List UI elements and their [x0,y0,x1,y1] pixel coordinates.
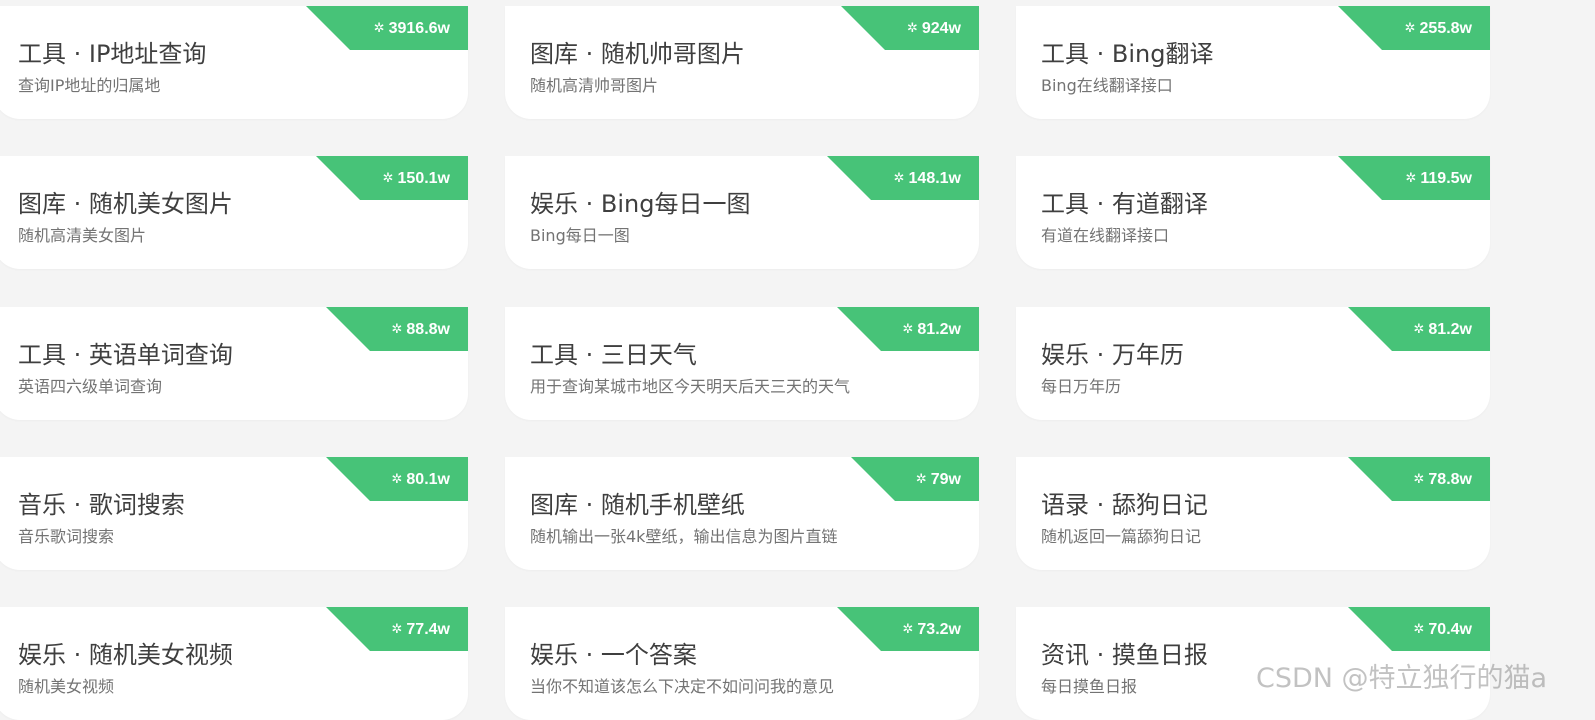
api-card-title: 图库 · 随机帅哥图片 [530,40,745,68]
gear-icon: ✲ [382,170,394,185]
gear-icon: ✲ [391,321,403,336]
api-card[interactable]: ✲ 73.2w 娱乐 · 一个答案 当你不知道该怎么下决定不如问问我的意见 [505,607,979,720]
api-card-description: 英语四六级单词查询 [18,377,163,396]
api-card-title: 工具 · 三日天气 [530,341,697,369]
api-card-description: 随机美女视频 [18,677,115,696]
api-card-description: Bing在线翻译接口 [1041,76,1173,95]
api-card-description: 每日摸鱼日报 [1041,677,1138,696]
api-card-description: Bing每日一图 [530,226,630,245]
api-card-title: 娱乐 · 一个答案 [530,641,697,669]
api-card[interactable]: ✲ 78.8w 语录 · 舔狗日记 随机返回一篇舔狗日记 [1016,457,1490,570]
gear-icon: ✲ [391,621,403,636]
api-card-description: 查询IP地址的归属地 [18,76,161,95]
api-card-title: 工具 · 有道翻译 [1041,190,1208,218]
api-card-description: 随机高清美女图片 [18,226,147,245]
gear-icon: ✲ [893,170,905,185]
gear-icon: ✲ [902,621,914,636]
call-count-badge: ✲ 81.2w [837,307,979,351]
api-card[interactable]: ✲ 119.5w 工具 · 有道翻译 有道在线翻译接口 [1016,156,1490,269]
call-count-badge: ✲ 150.1w [316,156,468,200]
csdn-watermark: CSDN @特立独行的猫a [1256,663,1548,694]
api-card-title: 娱乐 · 万年历 [1041,341,1184,369]
gear-icon: ✲ [1404,20,1416,35]
call-count-badge: ✲ 255.8w [1338,6,1490,50]
api-card[interactable]: ✲ 79w 图库 · 随机手机壁纸 随机输出一张4k壁纸，输出信息为图片直链 [505,457,979,570]
call-count-badge: ✲ 81.2w [1348,307,1490,351]
api-card-title: 娱乐 · 随机美女视频 [18,641,233,669]
api-card-title: 娱乐 · Bing每日一图 [530,190,751,218]
api-card-title: 图库 · 随机手机壁纸 [530,491,745,519]
api-card-description: 当你不知道该怎么下决定不如问问我的意见 [530,677,835,696]
gear-icon: ✲ [373,20,385,35]
call-count-badge: ✲ 148.1w [827,156,979,200]
call-count-badge: ✲ 80.1w [326,457,468,501]
api-card-description: 随机返回一篇舔狗日记 [1041,527,1202,546]
call-count-badge: ✲ 79w [851,457,979,501]
gear-icon: ✲ [906,20,918,35]
call-count-badge: ✲ 70.4w [1348,607,1490,651]
api-card[interactable]: ✲ 924w 图库 · 随机帅哥图片 随机高清帅哥图片 [505,6,979,119]
api-card[interactable]: ✲ 81.2w 工具 · 三日天气 用于查询某城市地区今天明天后天三天的天气 [505,307,979,420]
api-card-description: 有道在线翻译接口 [1041,226,1170,245]
call-count-badge: ✲ 88.8w [326,307,468,351]
call-count-badge: ✲ 73.2w [837,607,979,651]
gear-icon: ✲ [915,471,927,486]
api-card-description: 音乐歌词搜索 [18,527,115,546]
gear-icon: ✲ [1413,321,1425,336]
api-card-title: 图库 · 随机美女图片 [18,190,233,218]
call-count-badge: ✲ 78.8w [1348,457,1490,501]
api-card-title: 语录 · 舔狗日记 [1041,491,1208,519]
api-card[interactable]: ✲ 80.1w 音乐 · 歌词搜索 音乐歌词搜索 [0,457,468,570]
gear-icon: ✲ [1413,471,1425,486]
api-card[interactable]: ✲ 88.8w 工具 · 英语单词查询 英语四六级单词查询 [0,307,468,420]
api-card[interactable]: ✲ 77.4w 娱乐 · 随机美女视频 随机美女视频 [0,607,468,720]
gear-icon: ✲ [1413,621,1425,636]
call-count-badge: ✲ 924w [841,6,979,50]
api-card-description: 随机高清帅哥图片 [530,76,659,95]
api-card-title: 音乐 · 歌词搜索 [18,491,185,519]
gear-icon: ✲ [1405,170,1417,185]
api-card-grid: ✲ 3916.6w 工具 · IP地址查询 查询IP地址的归属地 ✲ 924w 图库… [0,0,1595,720]
api-card[interactable]: ✲ 255.8w 工具 · Bing翻译 Bing在线翻译接口 [1016,6,1490,119]
api-card[interactable]: ✲ 81.2w 娱乐 · 万年历 每日万年历 [1016,307,1490,420]
gear-icon: ✲ [902,321,914,336]
api-card-title: 工具 · IP地址查询 [18,40,207,68]
api-card[interactable]: ✲ 3916.6w 工具 · IP地址查询 查询IP地址的归属地 [0,6,468,119]
api-card-description: 随机输出一张4k壁纸，输出信息为图片直链 [530,527,838,546]
api-card-title: 工具 · Bing翻译 [1041,40,1214,68]
call-count-badge: ✲ 119.5w [1338,156,1490,200]
api-card-description: 用于查询某城市地区今天明天后天三天的天气 [530,377,851,396]
call-count-badge: ✲ 77.4w [326,607,468,651]
api-card[interactable]: ✲ 148.1w 娱乐 · Bing每日一图 Bing每日一图 [505,156,979,269]
api-card-title: 资讯 · 摸鱼日报 [1041,641,1208,669]
call-count-badge: ✲ 3916.6w [306,6,468,50]
api-card-title: 工具 · 英语单词查询 [18,341,233,369]
api-card-description: 每日万年历 [1041,377,1122,396]
api-card[interactable]: ✲ 150.1w 图库 · 随机美女图片 随机高清美女图片 [0,156,468,269]
gear-icon: ✲ [391,471,403,486]
